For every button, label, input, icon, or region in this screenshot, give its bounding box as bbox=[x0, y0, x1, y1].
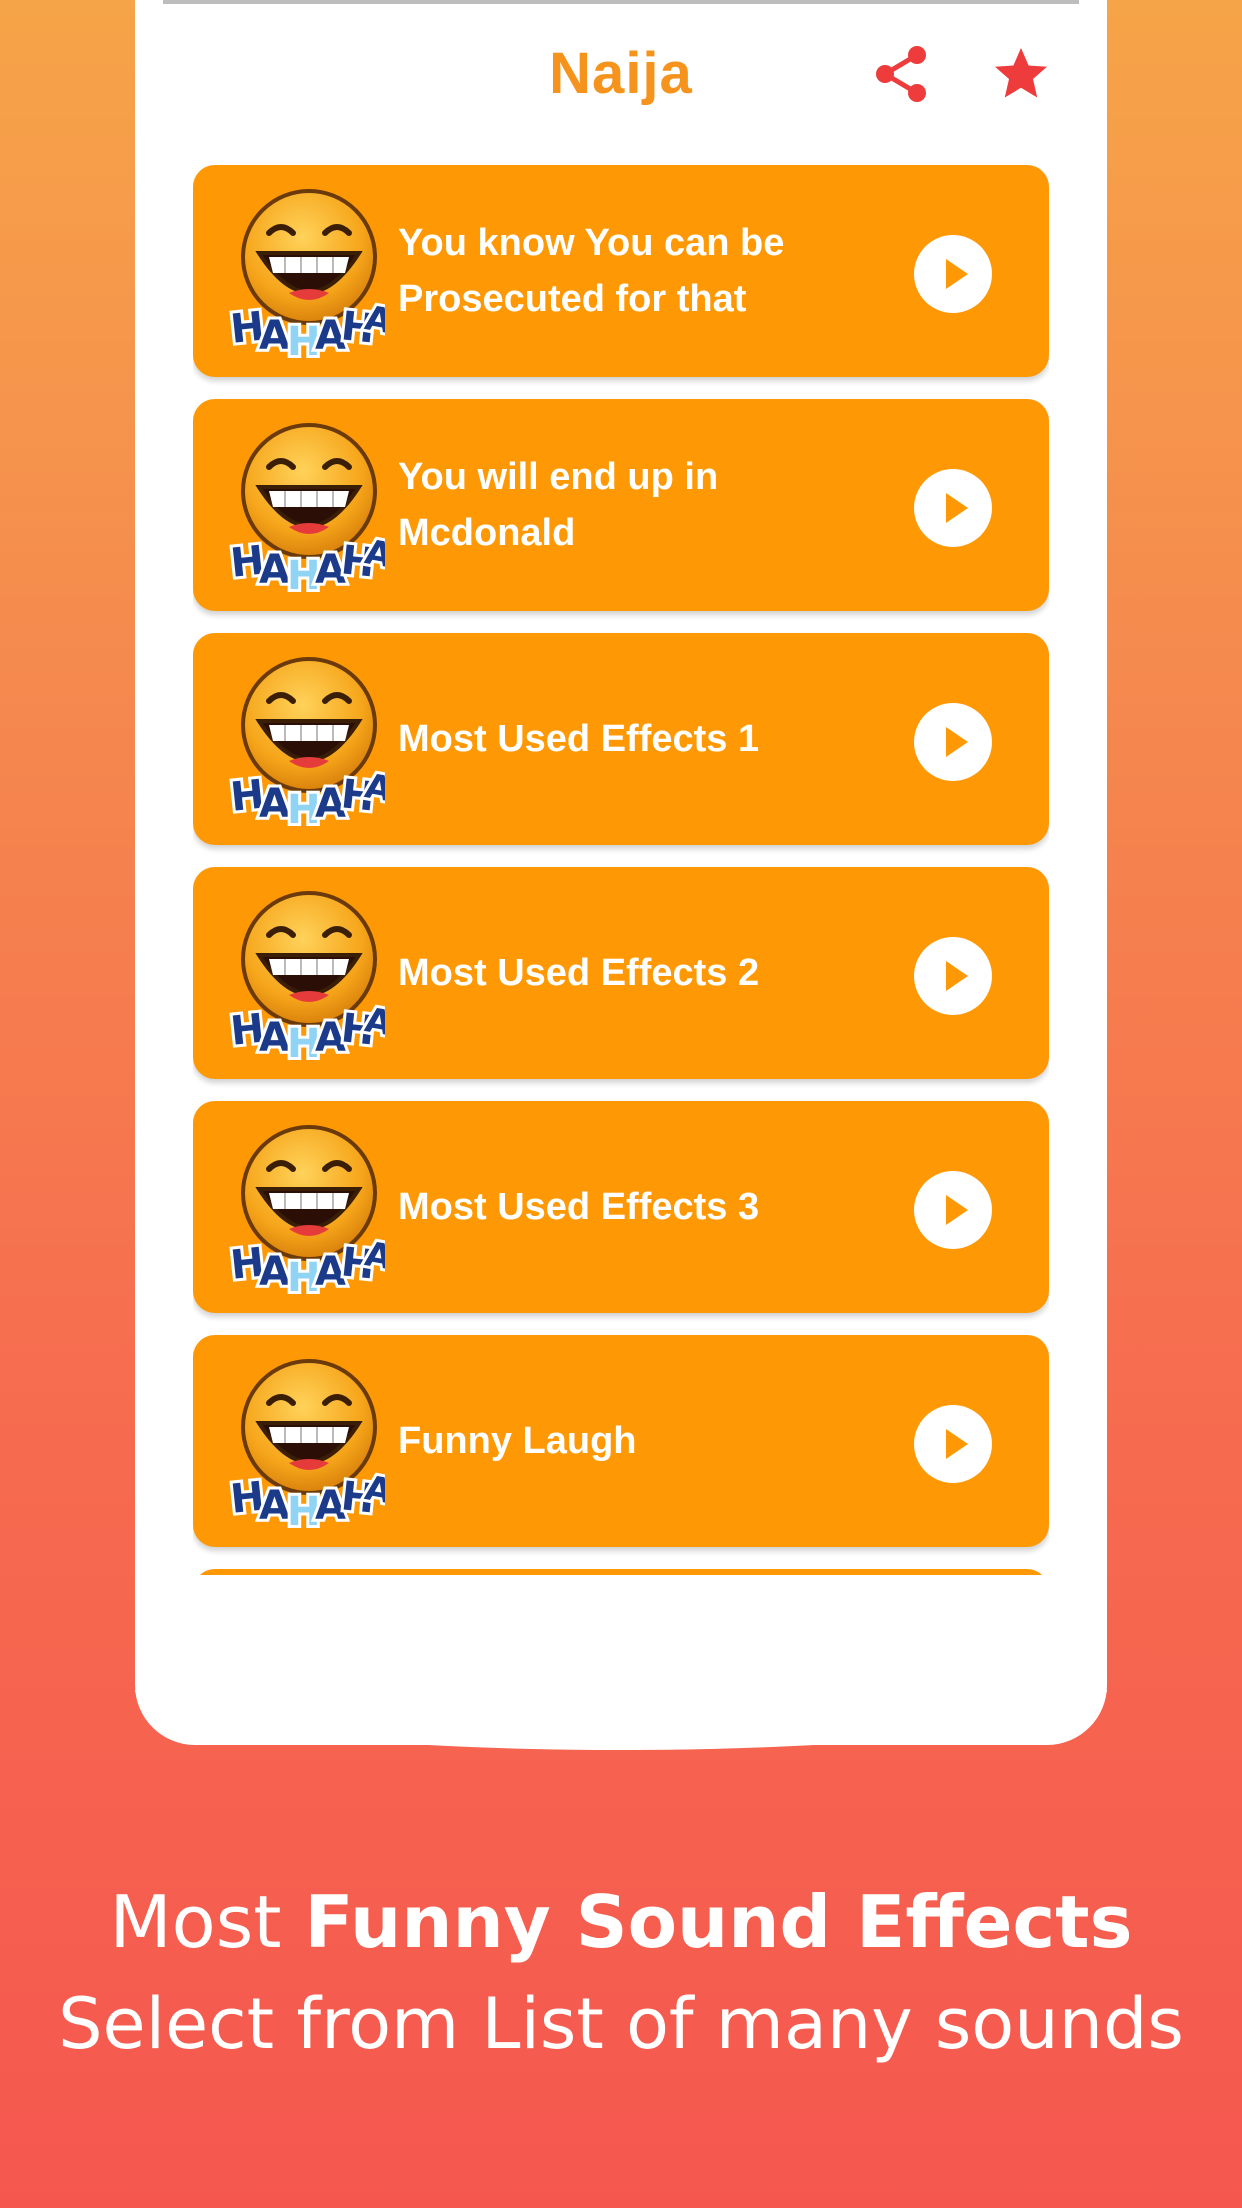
star-icon[interactable] bbox=[991, 44, 1051, 104]
hahaha-emoji-icon: H A H A H A bbox=[225, 415, 398, 602]
promo-caption-line2: Select from List of many sounds bbox=[58, 1983, 1184, 2065]
play-button[interactable] bbox=[914, 469, 992, 547]
play-icon bbox=[946, 1429, 968, 1459]
caption-bold: Funny Sound Effects bbox=[304, 1880, 1133, 1964]
sound-label: Most Used Effects 2 bbox=[398, 952, 760, 994]
sound-list-item-5[interactable]: H A H A H A Most Used Effects 3 bbox=[193, 1101, 1049, 1313]
app-header: Naija bbox=[135, 28, 1107, 128]
play-icon bbox=[946, 259, 968, 289]
play-icon bbox=[946, 493, 968, 523]
caption-prefix: Most bbox=[109, 1880, 305, 1964]
play-icon bbox=[946, 727, 968, 757]
phone-frame: Naija H A H A H A You know You can be Pr… bbox=[135, 0, 1107, 1745]
play-button[interactable] bbox=[914, 703, 992, 781]
sound-list-item-3[interactable]: H A H A H A Most Used Effects 1 bbox=[193, 633, 1049, 845]
share-icon[interactable] bbox=[873, 44, 929, 104]
sound-label: You know You can be Prosecuted for that bbox=[398, 222, 785, 320]
play-button[interactable] bbox=[914, 937, 992, 1015]
sound-label: You will end up in Mcdonald bbox=[398, 456, 719, 554]
promo-caption-line1: Most Funny Sound Effects bbox=[0, 1880, 1242, 1964]
sound-list-item-6[interactable]: H A H A H A Funny Laugh bbox=[193, 1335, 1049, 1547]
hahaha-emoji-icon: H A H A H A bbox=[225, 181, 398, 368]
top-divider bbox=[163, 0, 1079, 4]
play-button[interactable] bbox=[914, 235, 992, 313]
svg-text:A: A bbox=[259, 313, 290, 359]
list-item-partial bbox=[193, 1569, 1049, 1575]
play-icon bbox=[946, 961, 968, 991]
svg-text:A: A bbox=[259, 547, 290, 593]
play-button[interactable] bbox=[914, 1405, 992, 1483]
sound-list-item-1[interactable]: H A H A H A You know You can be Prosecut… bbox=[193, 165, 1049, 377]
svg-text:A: A bbox=[259, 1015, 290, 1061]
svg-text:A: A bbox=[259, 1249, 290, 1295]
hahaha-emoji-icon: H A H A H A bbox=[225, 649, 398, 836]
sound-label: Most Used Effects 3 bbox=[398, 1186, 760, 1228]
play-button[interactable] bbox=[914, 1171, 992, 1249]
sound-list-item-4[interactable]: H A H A H A Most Used Effects 2 bbox=[193, 867, 1049, 1079]
sound-label: Most Used Effects 1 bbox=[398, 718, 760, 760]
page-title: Naija bbox=[549, 41, 693, 106]
svg-text:A: A bbox=[259, 1483, 290, 1529]
svg-text:A: A bbox=[259, 781, 290, 827]
hahaha-emoji-icon: H A H A H A bbox=[225, 883, 398, 1070]
sound-list[interactable]: H A H A H A You know You can be Prosecut… bbox=[193, 165, 1049, 1575]
sound-list-item-2[interactable]: H A H A H A You will end up in Mcdonald bbox=[193, 399, 1049, 611]
hahaha-emoji-icon: H A H A H A bbox=[225, 1351, 398, 1538]
hahaha-emoji-icon: H A H A H A bbox=[225, 1117, 398, 1304]
play-icon bbox=[946, 1195, 968, 1225]
sound-label: Funny Laugh bbox=[398, 1420, 637, 1462]
